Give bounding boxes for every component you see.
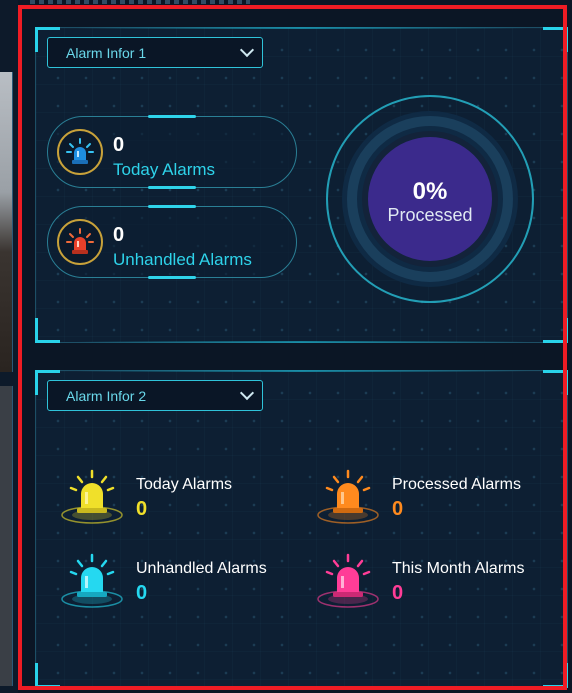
camera-thumbnail[interactable] [0,72,13,372]
header-divider [30,0,250,4]
camera-thumbnail[interactable] [0,386,13,686]
selection-highlight-frame [18,5,567,690]
